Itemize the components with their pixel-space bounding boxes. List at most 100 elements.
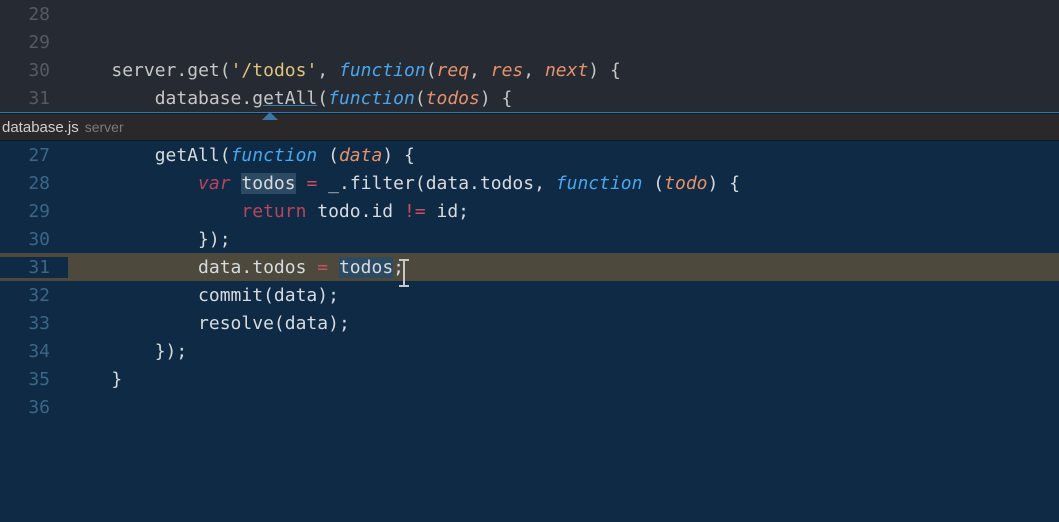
- line-number: 36: [0, 397, 68, 418]
- code-token: todo: [306, 201, 360, 222]
- code-content[interactable]: getAll(function (data) {: [68, 145, 1059, 166]
- code-token: ) {: [588, 60, 621, 81]
- code-token: function: [231, 145, 318, 166]
- code-token: );: [317, 285, 339, 306]
- line-number: 30: [0, 229, 68, 250]
- code-token: [68, 313, 198, 334]
- code-token: (: [415, 173, 426, 194]
- line-number: 34: [0, 341, 68, 362]
- code-token: (: [274, 313, 285, 334]
- code-token: todos: [241, 173, 295, 194]
- code-token: .: [241, 88, 252, 109]
- code-line[interactable]: 27 getAll(function (data) {: [0, 141, 1059, 169]
- code-line[interactable]: 31 database.getAll(function(todos) {: [0, 84, 1059, 112]
- code-line[interactable]: 29: [0, 28, 1059, 56]
- code-token: [231, 173, 242, 194]
- code-line[interactable]: 34 });: [0, 337, 1059, 365]
- code-token: function: [328, 88, 415, 109]
- code-token: res: [491, 60, 524, 81]
- code-line[interactable]: 36: [0, 393, 1059, 421]
- code-content[interactable]: });: [68, 341, 1059, 362]
- code-token: [68, 145, 155, 166]
- code-token: ) {: [708, 173, 741, 194]
- code-token: (: [317, 88, 328, 109]
- code-token: =: [317, 257, 328, 278]
- code-content[interactable]: database.getAll(function(todos) {: [68, 88, 1059, 109]
- code-line[interactable]: 31 data.todos = todos;: [0, 253, 1059, 281]
- peek-header[interactable]: database.js server: [0, 114, 1059, 141]
- line-number: 31: [0, 257, 68, 278]
- code-line[interactable]: 32 commit(data);: [0, 281, 1059, 309]
- code-token: getAll: [155, 145, 220, 166]
- line-number: 28: [0, 173, 68, 194]
- code-content[interactable]: }: [68, 369, 1059, 390]
- code-token: todos: [252, 257, 317, 278]
- code-line[interactable]: 33 resolve(data);: [0, 309, 1059, 337]
- code-token: });: [68, 229, 231, 250]
- code-token: (: [426, 60, 437, 81]
- code-token: [296, 173, 307, 194]
- code-line[interactable]: 35 }: [0, 365, 1059, 393]
- code-token: data: [285, 313, 328, 334]
- peek-file-name[interactable]: database.js: [2, 119, 79, 136]
- code-token: var: [198, 173, 231, 194]
- code-token: .: [469, 173, 480, 194]
- code-token: .: [241, 257, 252, 278]
- code-token: return: [241, 201, 306, 222]
- code-token: ;: [458, 201, 469, 222]
- code-token: todos: [426, 88, 480, 109]
- line-number: 35: [0, 369, 68, 390]
- line-number: 33: [0, 313, 68, 334]
- code-token: .: [361, 201, 372, 222]
- line-number: 27: [0, 145, 68, 166]
- code-token: filter: [350, 173, 415, 194]
- code-token: resolve: [198, 313, 274, 334]
- line-number: 29: [0, 32, 68, 53]
- code-line[interactable]: 30 });: [0, 225, 1059, 253]
- code-token: (: [263, 285, 274, 306]
- code-content[interactable]: var todos = _.filter(data.todos, functio…: [68, 173, 1059, 194]
- code-token: (: [220, 145, 231, 166]
- code-token: !=: [404, 201, 426, 222]
- line-number: 28: [0, 4, 68, 25]
- code-token: (: [220, 60, 231, 81]
- code-token: [68, 60, 111, 81]
- code-token: [68, 201, 241, 222]
- code-token: todos: [480, 173, 534, 194]
- code-token: ) {: [480, 88, 513, 109]
- code-token: function: [339, 60, 426, 81]
- code-content[interactable]: });: [68, 229, 1059, 250]
- code-token: get: [187, 60, 220, 81]
- code-token: .: [176, 60, 187, 81]
- code-token: [68, 285, 198, 306]
- code-token: (: [317, 145, 339, 166]
- code-token: data: [274, 285, 317, 306]
- code-token: [68, 257, 198, 278]
- code-token: [328, 257, 339, 278]
- peek-file-meta: server: [85, 119, 124, 135]
- code-token: id: [426, 201, 459, 222]
- code-line[interactable]: 28: [0, 0, 1059, 28]
- code-token: database: [155, 88, 242, 109]
- outer-editor[interactable]: 28 29 30 server.get('/todos', function(req…: [0, 0, 1059, 112]
- code-content[interactable]: resolve(data);: [68, 313, 1059, 334]
- code-token: }: [68, 369, 122, 390]
- code-token: ,: [317, 60, 339, 81]
- code-line[interactable]: 29 return todo.id != id;: [0, 197, 1059, 225]
- code-line[interactable]: 30 server.get('/todos', function(req, re…: [0, 56, 1059, 84]
- code-token: _: [317, 173, 339, 194]
- peek-editor[interactable]: 27 getAll(function (data) {28 var todos …: [0, 141, 1059, 522]
- code-token: ,: [469, 60, 491, 81]
- code-line[interactable]: 28 var todos = _.filter(data.todos, func…: [0, 169, 1059, 197]
- code-content[interactable]: server.get('/todos', function(req, res, …: [68, 60, 1059, 81]
- line-number: 31: [0, 88, 68, 109]
- line-number: 32: [0, 285, 68, 306]
- code-token: todos: [339, 257, 393, 278]
- code-content[interactable]: commit(data);: [68, 285, 1059, 306]
- code-token: server: [111, 60, 176, 81]
- code-content[interactable]: return todo.id != id;: [68, 201, 1059, 222]
- code-token: (: [415, 88, 426, 109]
- code-token: ) {: [382, 145, 415, 166]
- code-content[interactable]: data.todos = todos;: [68, 257, 1059, 278]
- code-token: );: [328, 313, 350, 334]
